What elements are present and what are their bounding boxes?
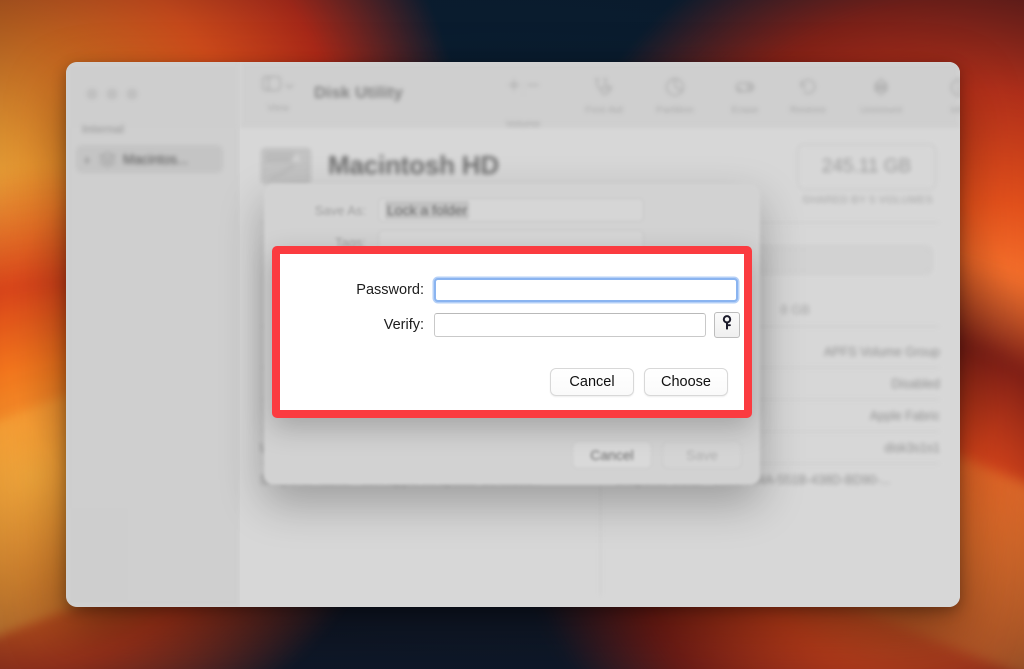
sheet-save-button[interactable]: Save	[662, 441, 742, 469]
chevron-right-icon[interactable]: ›	[79, 152, 95, 167]
toolbar-info-label: Info	[950, 104, 960, 116]
toolbar-view-label: View	[266, 102, 290, 114]
info-value: Apple Fabric	[869, 408, 940, 423]
sidebar: Internal › Macintos...	[66, 62, 240, 607]
screen: Internal › Macintos... View Volume First…	[0, 0, 1024, 669]
password-input[interactable]	[434, 278, 738, 302]
password-dialog: Password: Verify: Cancel Choose	[272, 246, 752, 418]
toolbar-view-button[interactable]: View	[256, 76, 300, 114]
unmount-eject-icon[interactable]	[872, 76, 890, 98]
save-as-value: Lock a folder	[385, 201, 470, 219]
internal-drive-icon	[260, 142, 314, 188]
save-as-label: Save As:	[314, 202, 366, 218]
chevron-down-icon[interactable]	[285, 77, 294, 95]
cancel-button[interactable]: Cancel	[550, 368, 634, 396]
toolbar-erase-button[interactable]: Erase	[714, 76, 776, 116]
pie-chart-icon[interactable]	[665, 76, 685, 98]
choose-button[interactable]: Choose	[644, 368, 728, 396]
sidebar-item-macintosh-hd[interactable]: › Macintos...	[76, 145, 223, 173]
toolbar-unmount-button[interactable]: Unmount	[844, 76, 918, 116]
info-value: disk3s1s1	[884, 440, 940, 455]
toolbar-erase-label: Erase	[731, 104, 759, 116]
capacity-badge: 245.11 GB	[797, 144, 936, 190]
usage-badge-label: 8 GB	[780, 302, 810, 317]
toolbar-first-aid-label: First Aid	[585, 104, 623, 116]
save-as-input[interactable]: Lock a folder	[378, 198, 644, 222]
info-value: Disabled	[891, 376, 940, 391]
minimize-button[interactable]	[106, 88, 118, 100]
toolbar-restore-button[interactable]: Restore	[777, 76, 839, 116]
toolbar-divider	[522, 80, 524, 97]
toolbar-partition-label: Partition	[655, 104, 695, 116]
toolbar-restore-label: Restore	[789, 104, 827, 116]
password-label: Password:	[356, 282, 424, 298]
verify-input[interactable]	[434, 313, 706, 337]
key-icon	[720, 315, 734, 335]
password-dialog-buttons: Cancel Choose	[550, 368, 728, 396]
toolbar-unmount-label: Unmount	[859, 104, 903, 116]
volume-name: Macintosh HD	[328, 149, 499, 180]
info-value: APFS Volume Group	[823, 344, 940, 359]
sheet-cancel-button[interactable]: Cancel	[572, 441, 652, 469]
volume-header: Macintosh HD	[260, 142, 499, 188]
sidebar-item-label: Macintos...	[123, 151, 189, 167]
restore-arrow-icon[interactable]	[798, 76, 818, 98]
password-assistant-button[interactable]	[714, 312, 740, 338]
verify-label: Verify:	[383, 317, 424, 333]
app-title: Disk Utility	[314, 83, 404, 102]
erase-disk-icon[interactable]	[734, 76, 756, 98]
save-sheet-buttons: Cancel Save	[572, 441, 742, 469]
toolbar-info-button[interactable]: Info	[928, 76, 960, 116]
toolbar: View Volume First Aid Partition Erase Re…	[240, 62, 960, 130]
plus-icon[interactable]	[506, 77, 522, 98]
sidebar-toggle-icon[interactable]	[262, 76, 281, 96]
sidebar-section-internal: Internal	[82, 124, 125, 136]
capacity-caption: SHARED BY 5 VOLUMES	[801, 194, 934, 206]
minus-icon[interactable]	[525, 77, 541, 98]
close-button[interactable]	[86, 88, 98, 100]
toolbar-partition-button[interactable]: Partition	[644, 76, 706, 116]
volume-group-icon	[97, 151, 117, 167]
toolbar-first-aid-button[interactable]: First Aid	[573, 76, 635, 116]
stethoscope-icon[interactable]	[593, 76, 615, 98]
window-traffic-lights	[86, 88, 138, 100]
info-circle-icon[interactable]	[950, 76, 960, 98]
toolbar-volume-button[interactable]: Volume	[484, 76, 562, 130]
zoom-button[interactable]	[126, 88, 138, 100]
